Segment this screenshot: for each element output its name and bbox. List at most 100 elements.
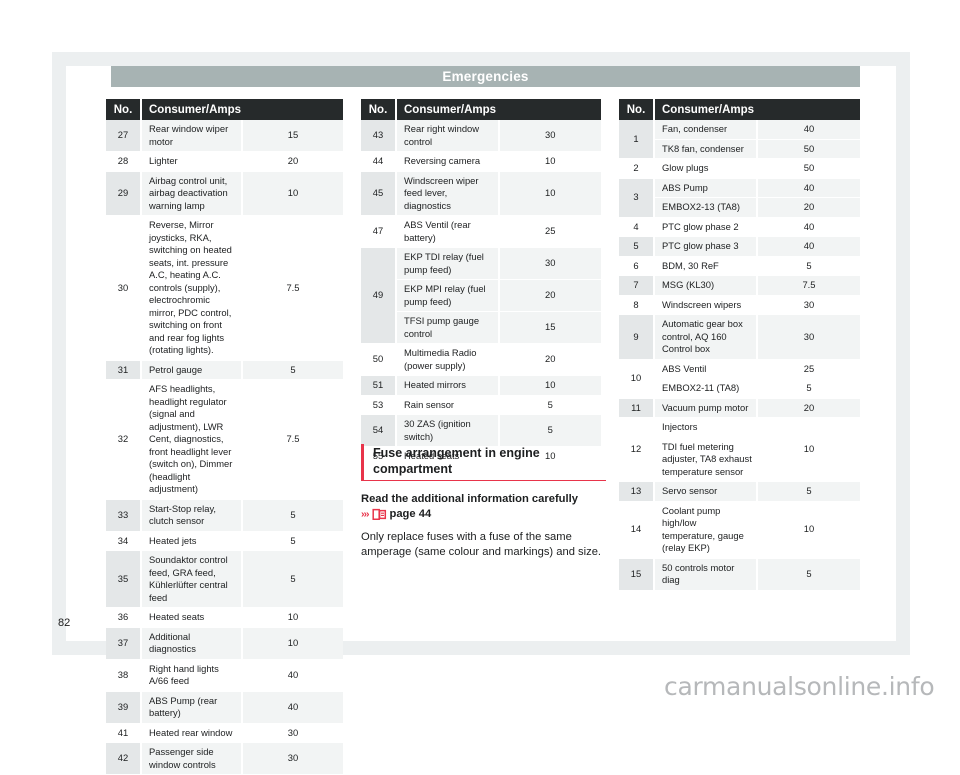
amperage-cell: 30: [757, 295, 860, 315]
amperage-cell: 5: [242, 531, 343, 551]
consumer-name-cell: Vacuum pump motor: [654, 398, 758, 418]
table-row: EKP MPI relay (fuel pump feed) 20: [361, 279, 601, 312]
consumer-name-cell: Soundaktor control feed, GRA feed, Kühle…: [141, 550, 243, 608]
table-row: 53 Rain sensor 5: [361, 395, 601, 415]
column-header-no: No.: [619, 99, 655, 120]
consumer-name-cell: Rear window wiper motor: [141, 120, 243, 152]
fuse-number-cell: 41: [106, 723, 142, 743]
consumer-name-cell: 30 ZAS (ignition switch): [396, 414, 500, 447]
fuse-number-cell: 37: [106, 627, 142, 660]
consumer-name-cell: Heated seats: [141, 607, 243, 628]
table-row: 9 Automatic gear box control, AQ 160 Cont…: [619, 314, 860, 360]
amperage-cell: 40: [757, 217, 860, 237]
fuse-number-cell: 50: [361, 343, 397, 376]
fuse-number-cell: 10: [619, 359, 655, 399]
amperage-cell: 20: [757, 398, 860, 418]
table-row: 29 Airbag control unit, airbag deactivati…: [106, 171, 343, 216]
amperage-cell: 5: [498, 414, 601, 447]
chevron-right-icon: ›››: [361, 508, 369, 521]
amperage-cell: 30: [242, 723, 343, 743]
fuse-table-middle: No. Consumer/Amps 43 Rear right window cont…: [361, 99, 601, 467]
amperage-cell: 5: [242, 550, 343, 608]
consumer-name-cell: BDM, 30 ReF: [654, 256, 758, 276]
table-row: 43 Rear right window control 30: [361, 120, 601, 152]
amperage-cell: 50: [757, 158, 860, 179]
fuse-table-left: No. Consumer/Amps 27 Rear window wiper moto…: [106, 99, 343, 775]
table-row: 27 Rear window wiper motor 15: [106, 120, 343, 152]
column-header-consumer-amps: Consumer/Amps: [141, 99, 343, 120]
amperage-cell: 40: [757, 120, 860, 140]
consumer-name-cell: Additional diagnostics: [141, 627, 243, 660]
fuse-number-cell: 39: [106, 691, 142, 724]
table-row: 15 50 controls motor diag 5: [619, 558, 860, 591]
consumer-name-cell: Glow plugs: [654, 158, 758, 179]
table-row: TK8 fan, condenser 50: [619, 139, 860, 159]
table-header-row: No. Consumer/Amps: [106, 99, 343, 120]
fuse-number-cell: 29: [106, 171, 142, 216]
consumer-name-cell: Reverse, Mirror joysticks, RKA, switchin…: [141, 215, 243, 361]
fuse-number-cell: 49: [361, 247, 397, 344]
amperage-cell: 10: [242, 607, 343, 628]
table-row: EMBOX2-11 (TA8) 5: [619, 378, 860, 399]
table-header-row: No. Consumer/Amps: [619, 99, 860, 120]
amperage-cell: 30: [498, 120, 601, 152]
consumer-name-cell: Petrol gauge: [141, 360, 243, 380]
amperage-cell: 40: [242, 691, 343, 724]
fuse-number-cell: 32: [106, 379, 142, 500]
consumer-name-cell: EKP TDI relay (fuel pump feed): [396, 247, 500, 280]
fuse-table-right-container: No. Consumer/Amps 1 Fan, condenser 40 TK8 fan…: [619, 99, 860, 591]
table-row: 32 AFS headlights, headlight regulator (s…: [106, 379, 343, 500]
table-row: 54 30 ZAS (ignition switch) 5: [361, 414, 601, 447]
table-row: 50 Multimedia Radio (power supply) 20: [361, 343, 601, 376]
consumer-name-cell: TFSI pump gauge control: [396, 311, 500, 344]
table-row: 7 MSG (KL30) 7.5: [619, 275, 860, 296]
table-row: 28 Lighter 20: [106, 151, 343, 172]
amperage-cell: 40: [757, 178, 860, 198]
fuse-number-cell: 30: [106, 215, 142, 361]
table-row: TFSI pump gauge control 15: [361, 311, 601, 344]
amperage-cell: 30: [242, 742, 343, 775]
amperage-cell: 10: [757, 501, 860, 559]
table-row: 34 Heated jets 5: [106, 531, 343, 551]
table-row: 41 Heated rear window 30: [106, 723, 343, 743]
fuse-table-left-container: No. Consumer/Amps 27 Rear window wiper moto…: [106, 99, 343, 775]
table-header-row: No. Consumer/Amps: [361, 99, 601, 120]
amperage-cell: 30: [757, 314, 860, 360]
consumer-name-cell: Lighter: [141, 151, 243, 172]
table-row: 39 ABS Pump (rear battery) 40: [106, 691, 343, 724]
fuse-number-cell: 7: [619, 275, 655, 296]
cross-reference-line[interactable]: ››› page 44: [361, 508, 606, 521]
consumer-name-cell: Rear right window control: [396, 120, 500, 152]
consumer-name-cell: TK8 fan, condenser: [654, 139, 758, 159]
consumer-name-cell: Servo sensor: [654, 481, 758, 502]
column-header-no: No.: [361, 99, 397, 120]
column-header-consumer-amps: Consumer/Amps: [396, 99, 601, 120]
amperage-cell: 10: [498, 375, 601, 396]
fuse-number-cell: 15: [619, 558, 655, 591]
table-row: 8 Windscreen wipers 30: [619, 295, 860, 315]
column-header-consumer-amps: Consumer/Amps: [654, 99, 860, 120]
amperage-cell: 10: [757, 417, 860, 482]
consumer-name-cell: ABS Pump (rear battery): [141, 691, 243, 724]
fuse-number-cell: 43: [361, 120, 397, 152]
fuse-number-cell: 9: [619, 314, 655, 360]
fuse-number-cell: 8: [619, 295, 655, 315]
table-row: 44 Reversing camera 10: [361, 151, 601, 172]
fuse-arrangement-section: Fuse arrangement in engine compartment R…: [361, 444, 606, 560]
consumer-name-cell: ABS Ventil: [654, 359, 758, 379]
consumer-name-cell: ABS Pump: [654, 178, 758, 198]
consumer-name-cell: Heated rear window: [141, 723, 243, 743]
amperage-cell: 10: [242, 171, 343, 216]
page-reference-label: page 44: [389, 508, 432, 521]
table-row: 12 Injectors 10: [619, 417, 860, 482]
chapter-title: Emergencies: [442, 69, 529, 84]
fuse-number-cell: 53: [361, 395, 397, 415]
amperage-cell: 20: [757, 197, 860, 218]
amperage-cell: 5: [757, 558, 860, 591]
amperage-cell: 40: [242, 659, 343, 692]
amperage-cell: 10: [498, 151, 601, 172]
table-row: 11 Vacuum pump motor 20: [619, 398, 860, 418]
fuse-number-cell: 1: [619, 120, 655, 159]
table-row: 10 ABS Ventil 25: [619, 359, 860, 399]
page-number: 82: [58, 617, 71, 629]
